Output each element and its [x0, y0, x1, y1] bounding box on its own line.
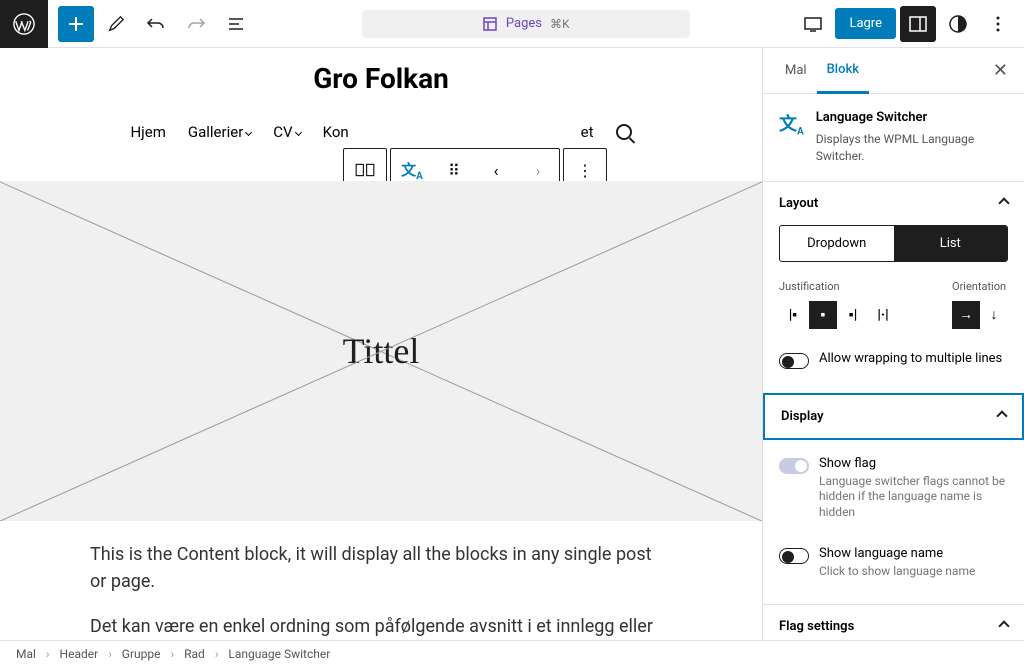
block-breadcrumb: Mal› Header› Gruppe› Rad› Language Switc… — [0, 640, 1024, 666]
show-name-toggle[interactable] — [779, 548, 809, 564]
nav-hjem[interactable]: Hjem — [130, 123, 165, 141]
justify-right-button[interactable]: ▪| — [839, 301, 867, 329]
crumb-ls[interactable]: Language Switcher — [228, 647, 330, 661]
show-name-hint: Click to show language name — [819, 564, 975, 580]
chevron-up-icon — [996, 410, 1007, 421]
nav-gallerier[interactable]: Gallerier — [188, 123, 251, 141]
save-button[interactable]: Lagre — [835, 8, 896, 39]
wrap-label: Allow wrapping to multiple lines — [819, 351, 1002, 366]
featured-image-placeholder[interactable]: Tittel — [0, 181, 762, 521]
page-selector[interactable]: Pages ⌘K — [362, 10, 690, 38]
undo-button[interactable] — [138, 6, 174, 42]
content-block[interactable]: This is the Content block, it will displ… — [0, 521, 762, 640]
post-title[interactable]: Tittel — [343, 330, 420, 372]
justification-label: Justification — [779, 280, 897, 293]
content-p1: This is the Content block, it will displ… — [90, 541, 672, 595]
chevron-up-icon — [998, 197, 1009, 208]
list-view-button[interactable] — [218, 6, 254, 42]
crumb-gruppe[interactable]: Gruppe — [122, 647, 161, 661]
editor-canvas[interactable]: Gro Folkan Hjem Gallerier CV Kon et 文A ⠿… — [0, 48, 762, 640]
show-flag-hint: Language switcher flags cannot be hidden… — [819, 474, 1008, 521]
panel-layout-toggle[interactable]: Layout — [763, 182, 1024, 225]
wordpress-logo[interactable] — [0, 0, 48, 48]
shortcut-hint: ⌘K — [550, 17, 570, 31]
panel-flag-settings-toggle[interactable]: Flag settings — [763, 605, 1024, 640]
add-block-button[interactable] — [58, 6, 94, 42]
justify-center-button[interactable]: ▪ — [809, 301, 837, 329]
orientation-label: Orientation — [952, 280, 1008, 293]
justify-space-button[interactable]: |·| — [869, 301, 897, 329]
more-menu-button[interactable] — [980, 6, 1016, 42]
close-sidebar-button[interactable]: ✕ — [989, 56, 1012, 85]
styles-button[interactable] — [940, 6, 976, 42]
edit-button[interactable] — [98, 6, 134, 42]
show-name-label: Show language name — [819, 546, 975, 561]
page-label: Pages — [506, 16, 542, 31]
language-icon: 文A — [779, 110, 804, 165]
crumb-header[interactable]: Header — [60, 647, 99, 661]
settings-sidebar: Mal Blokk ✕ 文A Language Switcher Display… — [762, 48, 1024, 640]
wrap-toggle[interactable] — [779, 353, 809, 369]
nav-kontakt[interactable]: Kon — [323, 123, 363, 141]
chevron-up-icon — [998, 621, 1009, 632]
block-description: Displays the WPML Language Switcher. — [816, 131, 1008, 165]
redo-button[interactable] — [178, 6, 214, 42]
nav-galleriet[interactable]: et — [581, 123, 594, 141]
page-icon — [482, 16, 498, 32]
nav-search[interactable] — [616, 124, 632, 140]
content-p2: Det kan være en enkel ordning som påfølg… — [90, 613, 672, 640]
tab-mal[interactable]: Mal — [775, 49, 817, 92]
show-flag-toggle[interactable] — [779, 458, 809, 474]
tab-blokk[interactable]: Blokk — [817, 48, 869, 94]
panel-display-toggle[interactable]: Display — [765, 395, 1022, 438]
search-icon — [616, 124, 632, 140]
layout-dropdown-option[interactable]: Dropdown — [780, 226, 894, 261]
orient-horizontal-button[interactable]: → — [952, 301, 980, 329]
block-name: Language Switcher — [816, 110, 1008, 125]
view-button[interactable] — [795, 6, 831, 42]
crumb-rad[interactable]: Rad — [184, 647, 205, 661]
orient-vertical-button[interactable]: ↓ — [980, 301, 1008, 329]
crumb-mal[interactable]: Mal — [16, 647, 36, 661]
justify-left-button[interactable]: |▪ — [779, 301, 807, 329]
show-flag-label: Show flag — [819, 456, 1008, 471]
nav-cv[interactable]: CV — [273, 123, 300, 141]
settings-sidebar-button[interactable] — [900, 6, 936, 42]
layout-list-option[interactable]: List — [894, 226, 1008, 261]
site-title[interactable]: Gro Folkan — [0, 62, 762, 95]
